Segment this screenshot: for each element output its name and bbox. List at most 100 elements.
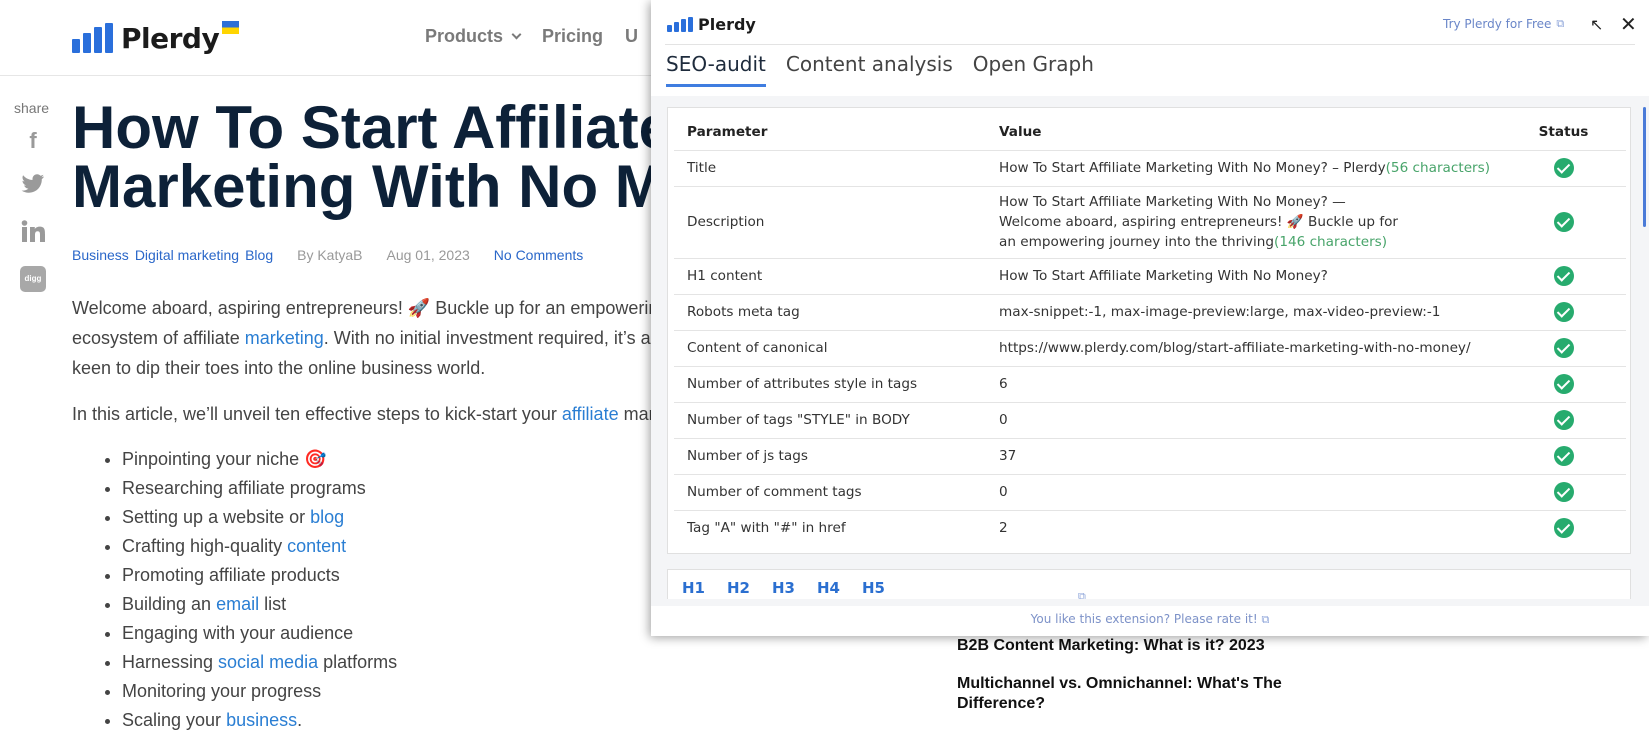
header-divider [665,44,1635,45]
seo-audit-card: Parameter Value Status Title How To Star… [667,107,1631,554]
value-cell: 37 [986,438,1501,475]
scrollbar-thumb[interactable] [1643,107,1646,227]
table-row: Robots meta tag max-snippet:-1, max-imag… [674,294,1626,331]
check-circle-icon [1553,518,1574,539]
status-cell [1501,258,1626,295]
extension-header: Plerdy Try Plerdy for Free ⧉ ↖ ✕ [651,0,1649,46]
list-item-text: Monitoring your progress [122,681,322,701]
value-cell: 6 [986,366,1501,403]
list-item-text: Scaling your [122,710,227,730]
try-plerdy-link[interactable]: Try Plerdy for Free ⧉ [1443,17,1564,31]
twitter-icon[interactable] [20,174,46,200]
nav-pricing-label: Pricing [542,26,604,46]
intro-text: . With no initial investment required, i… [323,328,651,348]
value-cell: 2 [986,510,1501,546]
tab-h2[interactable]: H2 [727,579,750,597]
intro-text: Welcome aboard, aspiring entrepreneurs! … [72,298,659,318]
tab-seo-audit[interactable]: SEO-audit [666,50,766,87]
tab-h3[interactable]: H3 [772,579,795,597]
list-item-text: Harnessing [122,652,219,672]
category-link[interactable]: Digital marketing [135,247,239,263]
param-cell: Number of attributes style in tags [674,366,986,403]
category-link[interactable]: Blog [245,247,273,263]
content-link[interactable]: content [287,536,346,556]
post-body: Welcome aboard, aspiring entrepreneurs! … [72,293,672,732]
category-link[interactable]: Business [72,247,129,263]
blog-link[interactable]: blog [310,507,344,527]
table-row: Tag "A" with "#" in href 2 [674,510,1626,546]
steps-list: Pinpointing your niche 🎯 Researching aff… [122,445,672,732]
check-circle-icon [1553,446,1574,466]
related-post-link[interactable]: B2B Content Marketing: What is it? 2023 [957,636,1297,656]
extension-logo: Plerdy [667,15,756,34]
status-cell [1501,510,1626,546]
value-text: 0 [999,484,1008,500]
social-media-link[interactable]: social media [218,652,318,672]
list-item-text: Pinpointing your niche 🎯 [122,449,327,469]
logo-text: Plerdy [121,21,220,55]
table-row: Number of attributes style in tags 6 [674,366,1626,403]
close-icon[interactable]: ✕ [1620,12,1637,36]
extension-tabs: SEO-audit Content analysis Open Graph [666,50,1094,87]
table-row: Number of tags "STYLE" in BODY 0 [674,402,1626,439]
list-item-text: Setting up a website or [122,507,311,527]
check-circle-icon [1553,302,1574,322]
tab-h4[interactable]: H4 [817,579,840,597]
linkedin-icon[interactable] [20,220,46,246]
external-link-icon: ⧉ [1261,613,1270,626]
list-item-text: . [297,710,303,730]
list-item: Pinpointing your niche 🎯 [122,445,672,474]
value-text: How To Start Affiliate Marketing With No… [999,268,1328,284]
tab-h5[interactable]: H5 [862,579,885,597]
rate-extension-link[interactable]: You like this extension? Please rate it!… [651,606,1649,636]
check-circle-icon [1553,338,1574,358]
list-item-text: Building an [122,594,217,614]
value-cell: max-snippet:-1, max-image-preview:large,… [986,294,1501,331]
check-circle-icon [1553,158,1574,178]
list-item-text: platforms [318,652,398,672]
table-row: Description How To Start Affiliate Marke… [674,186,1626,259]
digg-icon[interactable]: digg [20,266,46,292]
post-title: How To Start Affiliate Marketing With No… [72,98,692,217]
table-row: Content of canonical https://www.plerdy.… [674,330,1626,367]
list-item-text: Crafting high-quality [122,536,288,556]
table-header-row: Parameter Value Status [674,114,1626,151]
status-cell [1501,186,1626,259]
tab-h1[interactable]: H1 [682,579,705,597]
column-header-value: Value [986,114,1501,151]
list-item: Harnessing social media platforms [122,648,672,677]
check-circle-icon [1553,266,1574,286]
tab-open-graph[interactable]: Open Graph [973,50,1094,87]
char-count: (146 characters) [1274,234,1388,250]
logo-bars-icon [667,17,693,32]
nav-truncated[interactable]: U [625,26,638,47]
marketing-link[interactable]: marketing [245,328,324,348]
post-meta: Business Digital marketing Blog By Katya… [72,247,583,263]
share-label: share [14,100,50,116]
list-item: Building an email list [122,590,672,619]
value-text: 6 [999,376,1008,392]
post-title-line-1: How To Start Affiliate [72,94,672,161]
facebook-icon[interactable]: f [20,128,46,154]
external-link-icon[interactable]: ⧉ [1078,590,1087,599]
list-item: Setting up a website or blog [122,503,672,532]
list-item-text: list [259,594,287,614]
value-text: 2 [999,520,1008,537]
related-post-link[interactable]: Multichannel vs. Omnichannel: What's The… [957,674,1297,714]
value-text: 37 [999,448,1017,464]
email-link[interactable]: email [216,594,259,614]
try-plerdy-label: Try Plerdy for Free [1443,17,1552,31]
table-row: Number of js tags 37 [674,438,1626,475]
status-cell [1501,474,1626,511]
value-cell: How To Start Affiliate Marketing With No… [986,186,1501,259]
site-logo[interactable]: Plerdy [72,18,240,58]
nav-products[interactable]: Products [425,26,522,47]
pin-icon[interactable]: ↖ [1590,15,1603,34]
comments-link[interactable]: No Comments [494,247,583,263]
nav-pricing[interactable]: Pricing [542,26,603,47]
business-link[interactable]: business [226,710,297,730]
affiliate-link[interactable]: affiliate [562,404,619,424]
table-row: H1 content How To Start Affiliate Market… [674,258,1626,295]
seo-audit-table: Parameter Value Status Title How To Star… [674,114,1626,546]
tab-content-analysis[interactable]: Content analysis [786,50,953,87]
